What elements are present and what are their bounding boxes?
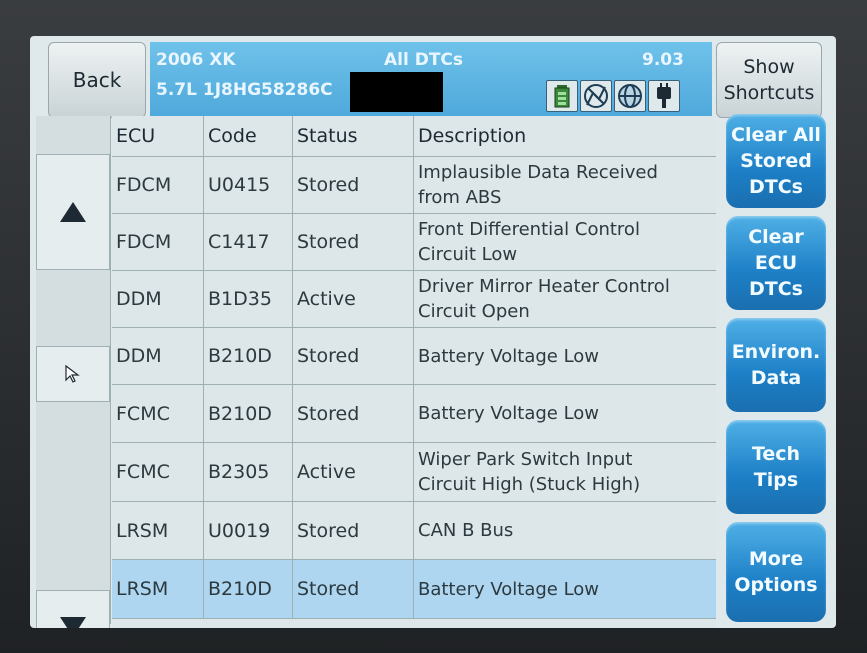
column-header-ecu: ECU xyxy=(112,116,204,156)
tech-tips-label-2: Tips xyxy=(753,469,799,491)
environ-label-1: Environ. xyxy=(731,341,821,363)
cell-status: Active xyxy=(293,443,414,501)
clear-ecu-label-3: DTCs xyxy=(749,278,803,300)
description-line-2: Circuit Low xyxy=(418,244,518,265)
clear-all-stored-dtcs-button[interactable]: Clear All Stored DTCs xyxy=(726,114,826,208)
more-options-button[interactable]: More Options xyxy=(726,522,826,622)
header-bar: 2006 XK 5.7L 1J8HG58286C All DTCs 9.03 xyxy=(150,42,712,116)
clear-all-label-1: Clear All xyxy=(731,124,821,146)
pointer-cursor-icon xyxy=(65,364,80,383)
cell-status: Stored xyxy=(293,157,414,213)
tech-tips-label-1: Tech xyxy=(751,443,801,465)
cell-description: Front Differential Control Circuit Low xyxy=(414,214,716,270)
cell-code: B210D xyxy=(204,328,293,384)
cell-code: B210D xyxy=(204,385,293,442)
cell-description: Battery Voltage Low xyxy=(414,328,716,384)
dtc-table: ECU Code Status Description FDCM U0415 S… xyxy=(112,116,716,628)
clear-all-label-3: DTCs xyxy=(749,176,803,198)
up-arrow-icon xyxy=(60,202,86,222)
cell-status: Stored xyxy=(293,560,414,618)
status-icons xyxy=(546,80,680,112)
page-title: All DTCs xyxy=(384,50,464,70)
cell-description: CAN B Bus xyxy=(414,502,716,559)
description-line-1: Battery Voltage Low xyxy=(418,345,600,367)
back-button[interactable]: Back xyxy=(48,42,146,118)
cell-ecu: FDCM xyxy=(112,157,204,213)
shortcuts-label-2: Shortcuts xyxy=(723,82,815,104)
cell-status: Stored xyxy=(293,385,414,442)
vin-redaction xyxy=(350,72,443,112)
cell-description: Implausible Data Received from ABS xyxy=(414,157,716,213)
scroll-down-button[interactable] xyxy=(36,590,110,628)
cell-code: U0415 xyxy=(204,157,293,213)
clear-all-label-2: Stored xyxy=(740,150,812,172)
table-header-row: ECU Code Status Description xyxy=(112,116,716,157)
plug-icon xyxy=(648,80,680,112)
scan-tool-screen: Back 2006 XK 5.7L 1J8HG58286C All DTCs 9… xyxy=(30,36,836,628)
description-line-2: from ABS xyxy=(418,187,502,208)
cell-code: B1D35 xyxy=(204,271,293,327)
description-line-1: Front Differential Control xyxy=(418,219,640,240)
scroll-column xyxy=(36,116,111,628)
back-button-label: Back xyxy=(72,68,122,92)
environ-data-button[interactable]: Environ. Data xyxy=(726,318,826,412)
more-options-label-2: Options xyxy=(734,574,818,596)
cell-ecu: FCMC xyxy=(112,443,204,501)
description-line-1: Wiper Park Switch Input xyxy=(418,449,633,470)
more-options-label-1: More xyxy=(748,548,804,570)
table-row[interactable]: LRSM U0019 Stored CAN B Bus xyxy=(112,502,716,560)
scroll-up-button[interactable] xyxy=(36,154,110,270)
cell-status: Stored xyxy=(293,328,414,384)
show-shortcuts-button[interactable]: Show Shortcuts xyxy=(716,42,822,118)
network-icon xyxy=(614,80,646,112)
column-header-description: Description xyxy=(418,125,527,147)
cell-ecu: DDM xyxy=(112,271,204,327)
description-line-1: Implausible Data Received xyxy=(418,162,658,183)
cell-description: Driver Mirror Heater Control Circuit Open xyxy=(414,271,716,327)
select-pointer-button[interactable] xyxy=(36,346,110,402)
cell-description: Battery Voltage Low xyxy=(414,385,716,442)
down-arrow-icon xyxy=(60,617,86,628)
description-line-1: Driver Mirror Heater Control xyxy=(418,276,670,297)
cell-status: Stored xyxy=(293,502,414,559)
column-header-code: Code xyxy=(204,116,293,156)
clear-ecu-label-2: ECU xyxy=(754,252,798,274)
battery-icon xyxy=(546,80,578,112)
tech-tips-button[interactable]: Tech Tips xyxy=(726,420,826,514)
vehicle-model: 2006 XK xyxy=(156,50,236,70)
cell-description: Wiper Park Switch Input Circuit High (Stu… xyxy=(414,443,716,501)
cell-ecu: DDM xyxy=(112,328,204,384)
cell-description: Battery Voltage Low xyxy=(414,560,716,618)
cell-ecu: LRSM xyxy=(112,502,204,559)
description-line-2: Circuit High (Stuck High) xyxy=(418,474,641,495)
cell-ecu: LRSM xyxy=(112,560,204,618)
table-row[interactable]: FCMC B2305 Active Wiper Park Switch Inpu… xyxy=(112,443,716,502)
description-line-1: Battery Voltage Low xyxy=(418,403,600,424)
table-row-selected[interactable]: LRSM B210D Stored Battery Voltage Low xyxy=(112,560,716,619)
column-header-status: Status xyxy=(293,116,414,156)
description-line-2: Circuit Open xyxy=(418,301,530,322)
cell-ecu: FDCM xyxy=(112,214,204,270)
table-row[interactable]: FDCM U0415 Stored Implausible Data Recei… xyxy=(112,157,716,214)
vehicle-vin: 5.7L 1J8HG58286C xyxy=(156,80,333,100)
cell-ecu: FCMC xyxy=(112,385,204,442)
software-version: 9.03 xyxy=(642,50,684,70)
cell-code: B2305 xyxy=(204,443,293,501)
cell-code: U0019 xyxy=(204,502,293,559)
clear-ecu-label-1: Clear xyxy=(748,226,804,248)
table-row[interactable]: DDM B1D35 Active Driver Mirror Heater Co… xyxy=(112,271,716,328)
cell-code: C1417 xyxy=(204,214,293,270)
description-line-1: CAN B Bus xyxy=(418,520,514,541)
table-row[interactable]: DDM B210D Stored Battery Voltage Low xyxy=(112,328,716,385)
environ-label-2: Data xyxy=(750,367,802,389)
shortcuts-label-1: Show xyxy=(743,56,795,78)
cell-code: B210D xyxy=(204,560,293,618)
cell-status: Stored xyxy=(293,214,414,270)
cell-status: Active xyxy=(293,271,414,327)
table-row[interactable]: FCMC B210D Stored Battery Voltage Low xyxy=(112,385,716,443)
no-signal-icon xyxy=(580,80,612,112)
table-row[interactable]: FDCM C1417 Stored Front Differential Con… xyxy=(112,214,716,271)
clear-ecu-dtcs-button[interactable]: Clear ECU DTCs xyxy=(726,216,826,310)
description-line-1: Battery Voltage Low xyxy=(418,578,600,600)
